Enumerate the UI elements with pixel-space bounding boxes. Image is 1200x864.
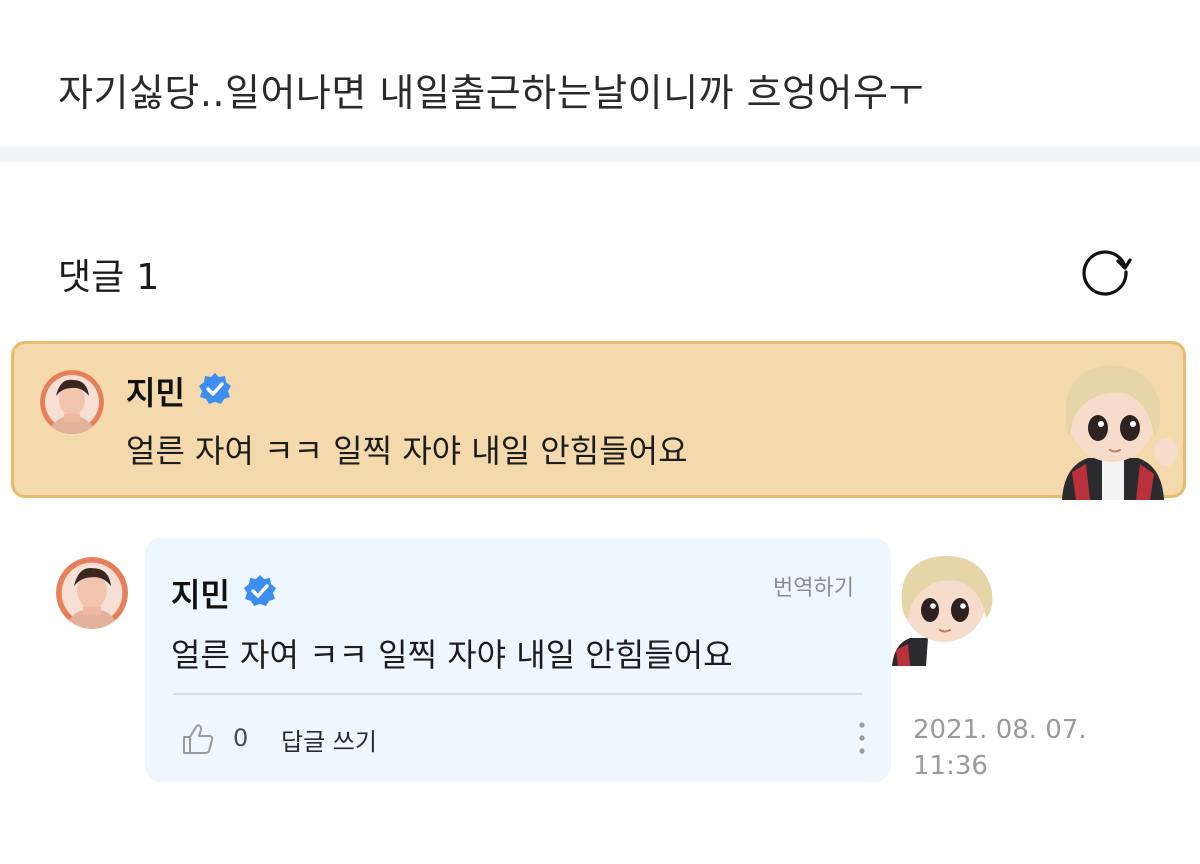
translate-button[interactable]: 번역하기 <box>773 570 854 602</box>
avatar-image <box>40 370 104 434</box>
timestamp-date: 2021. 08. 07. <box>913 715 1087 745</box>
comment-author-name[interactable]: 지민 <box>171 570 230 616</box>
character-sticker <box>892 555 993 666</box>
more-vertical-icon[interactable] <box>850 718 874 758</box>
comment-author-name[interactable]: 지민 <box>126 368 185 414</box>
thumbs-up-icon[interactable] <box>181 722 215 756</box>
comment-text: 얼른 자여 ㅋㅋ 일찍 자야 내일 안힘들어요 <box>126 432 688 470</box>
verified-badge-icon <box>199 373 231 404</box>
comment-text: 얼른 자여 ㅋㅋ 일찍 자야 내일 안힘들어요 <box>171 636 733 674</box>
character-sticker <box>1062 365 1178 500</box>
pinned-comment-card[interactable]: 지민 얼른 자여 ㅋㅋ 일찍 자야 내일 안힘들어요 <box>11 341 1186 500</box>
avatar[interactable] <box>40 370 104 434</box>
comments-count: 1 <box>136 257 160 298</box>
comment-bubble: 지민 번역하기 얼른 자여 ㅋㅋ 일찍 자야 내일 안힘들어요 0 답글 쓰기 <box>145 538 891 782</box>
comments-header: 댓글 1 <box>58 248 159 300</box>
post-text: 자기싫당..일어나면 내일출근하는날이니까 흐엉어우ㅜ <box>58 71 924 115</box>
comment-timestamp: 2021. 08. 07. 11:36 <box>913 712 1113 784</box>
refresh-icon[interactable] <box>1078 242 1134 298</box>
timestamp-time: 11:36 <box>913 751 988 781</box>
avatar-image <box>56 557 128 629</box>
verified-badge-icon <box>244 575 276 606</box>
like-count: 0 <box>233 724 249 752</box>
reply-button[interactable]: 답글 쓰기 <box>281 722 377 757</box>
comments-label: 댓글 <box>58 257 125 298</box>
avatar[interactable] <box>56 557 128 629</box>
section-divider <box>0 146 1200 162</box>
comment-divider <box>173 693 863 695</box>
